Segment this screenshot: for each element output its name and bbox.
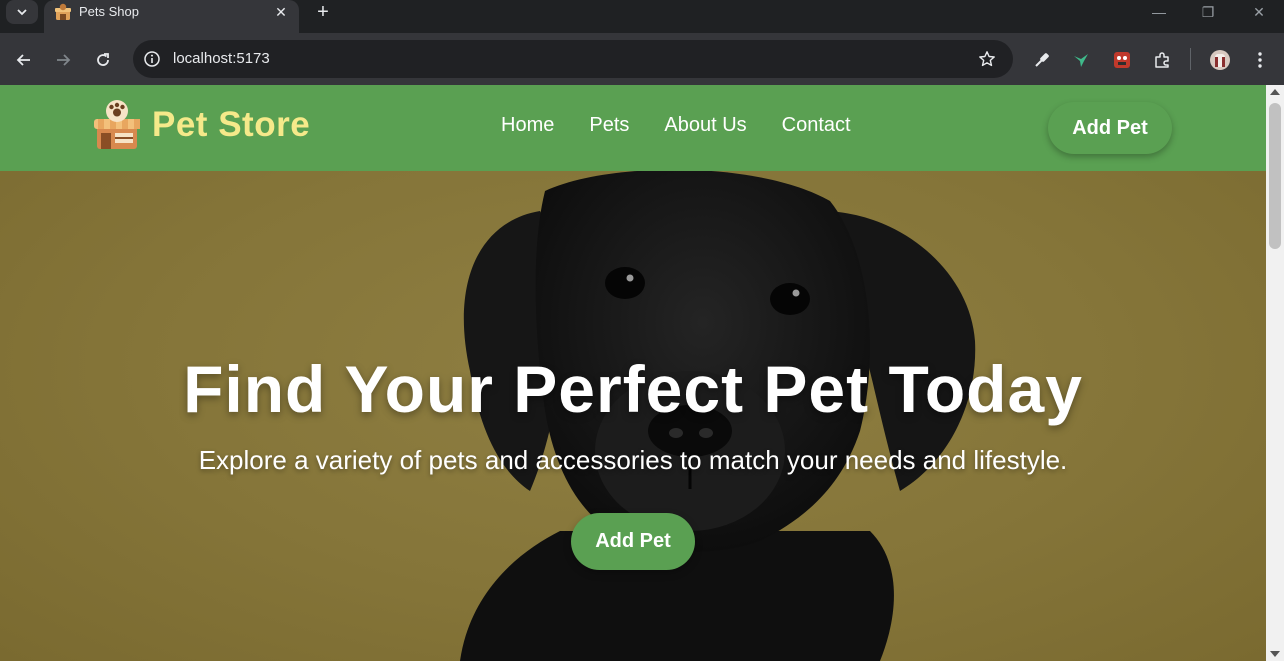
new-tab-button[interactable]: + [311,0,335,24]
nav-link-about-us[interactable]: About Us [664,114,746,137]
reload-button[interactable] [89,46,117,74]
page-scrollbar[interactable] [1266,85,1284,661]
url-text[interactable]: localhost:5173 [173,50,270,67]
nav-links: Home Pets About Us Contact [501,114,886,137]
hero-section: Find Your Perfect Pet Today Explore a va… [0,171,1266,661]
back-icon [16,54,30,66]
chevron-down-icon [17,9,27,16]
forward-button[interactable] [49,46,77,74]
nav-link-home[interactable]: Home [501,114,554,137]
nav-link-contact[interactable]: Contact [782,114,851,137]
nav-add-pet-button[interactable]: Add Pet [1048,102,1172,154]
pet-store-logo-icon[interactable] [94,99,140,151]
site-info-icon[interactable] [141,48,163,70]
puzzle-extensions-icon[interactable] [1148,46,1176,74]
scroll-up-arrow-icon[interactable] [1270,89,1280,95]
tab-close-icon[interactable]: ✕ [271,2,291,22]
page-viewport: Pet Store Home Pets About Us Contact Add… [0,85,1266,661]
hero-subtitle: Explore a variety of pets and accessorie… [198,445,1068,475]
reload-icon [97,53,109,66]
tab-title: Pets Shop [79,4,139,19]
back-button[interactable] [10,46,38,74]
restore-button[interactable]: ❐ [1185,0,1231,24]
red-extension-icon[interactable] [1108,46,1136,74]
hero-add-pet-button[interactable]: Add Pet [571,513,695,570]
eyedropper-extension-icon[interactable] [1028,46,1056,74]
toolbar-divider [1190,48,1191,70]
tab-list-button[interactable] [6,0,38,24]
profile-avatar-icon[interactable] [1206,46,1234,74]
browser-tab[interactable]: Pets Shop ✕ [44,0,299,33]
scrollbar-thumb[interactable] [1269,103,1281,249]
minimize-button[interactable]: — [1136,0,1182,24]
bookmark-star-icon[interactable] [977,49,997,69]
hero-title: Find Your Perfect Pet Today [183,352,1083,426]
kebab-menu-icon[interactable] [1246,46,1274,74]
site-navbar: Pet Store Home Pets About Us Contact Add… [0,85,1266,171]
close-window-button[interactable]: ✕ [1236,0,1282,24]
pet-store-favicon-icon [55,3,71,20]
scroll-down-arrow-icon[interactable] [1270,651,1280,657]
browser-toolbar: localhost:5173 [0,33,1284,85]
bird-extension-icon[interactable] [1067,46,1095,74]
address-bar[interactable]: localhost:5173 [133,40,1013,78]
tab-strip: Pets Shop ✕ + — ❐ ✕ [0,0,1284,33]
brand-title[interactable]: Pet Store [152,105,310,145]
nav-link-pets[interactable]: Pets [589,114,629,137]
forward-icon [57,54,71,66]
